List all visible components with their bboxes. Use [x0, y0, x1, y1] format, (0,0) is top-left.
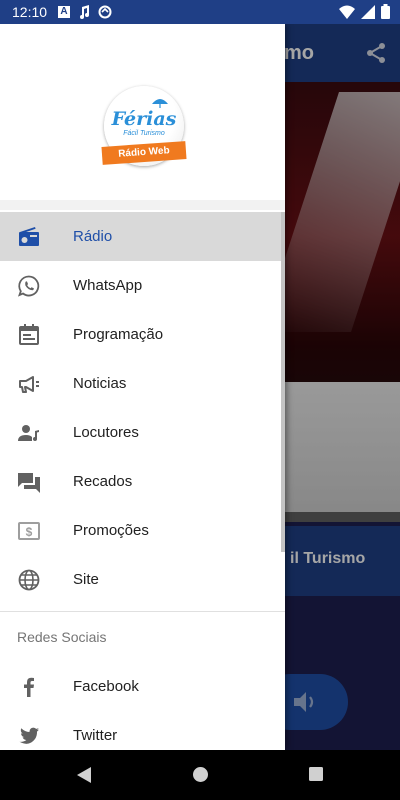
- umbrella-icon: [152, 99, 168, 108]
- facebook-icon: [24, 677, 34, 697]
- wifi-icon: [339, 5, 355, 19]
- drawer-menu: Rádio WhatsApp Programação Noticias Locu…: [0, 212, 285, 604]
- drawer-header: Férias Fácil Turismo Rádio Web: [0, 24, 285, 210]
- navigation-drawer: Férias Fácil Turismo Rádio Web Rádio Wha…: [0, 24, 285, 750]
- person-music-icon: [18, 425, 39, 441]
- logo-ribbon: Rádio Web: [101, 141, 187, 165]
- battery-icon: [381, 4, 390, 19]
- system-icons: [339, 4, 390, 19]
- whatsapp-icon: [17, 275, 40, 297]
- menu-item-label: Rádio: [73, 228, 113, 245]
- calendar-icon: [19, 324, 39, 345]
- menu-item-label: Site: [73, 571, 99, 588]
- menu-item-locutores[interactable]: Locutores: [0, 408, 285, 457]
- status-bar: 12:10 A: [0, 0, 400, 24]
- a-square-icon: A: [58, 6, 70, 18]
- radio-icon: [19, 227, 39, 246]
- menu-item-label: Twitter: [73, 727, 118, 744]
- menu-item-label: Programação: [73, 326, 164, 343]
- menu-item-promocoes[interactable]: $ Promoções: [0, 506, 285, 555]
- menu-item-label: WhatsApp: [73, 277, 143, 294]
- menu-item-site[interactable]: Site: [0, 555, 285, 604]
- section-title: Redes Sociais: [17, 629, 107, 645]
- system-navigation-bar: [0, 750, 400, 800]
- menu-item-noticias[interactable]: Noticias: [0, 359, 285, 408]
- signal-icon: [361, 4, 375, 19]
- music-note-icon: [80, 5, 89, 19]
- twitter-icon: [19, 727, 39, 744]
- megaphone-icon: [19, 376, 39, 393]
- menu-item-label: Promoções: [73, 522, 149, 539]
- menu-item-twitter[interactable]: Twitter: [0, 711, 285, 750]
- drawer-scrollbar[interactable]: [281, 212, 285, 552]
- status-time: 12:10: [12, 4, 48, 20]
- menu-item-whatsapp[interactable]: WhatsApp: [0, 261, 285, 310]
- menu-item-label: Facebook: [73, 678, 139, 695]
- logo-brand: Férias: [111, 108, 177, 130]
- social-menu: Facebook Twitter: [0, 662, 285, 750]
- globe-icon: [18, 569, 40, 591]
- svg-text:$: $: [26, 525, 33, 539]
- station-logo: Férias Fácil Turismo Rádio Web: [101, 86, 187, 166]
- menu-divider: [0, 611, 285, 612]
- menu-item-label: Noticias: [73, 375, 127, 392]
- price-tag-icon: $: [18, 522, 40, 540]
- notification-icons: A: [58, 5, 112, 19]
- back-icon[interactable]: [75, 766, 93, 784]
- home-icon[interactable]: [192, 766, 209, 783]
- drawer-scrim[interactable]: [285, 24, 400, 750]
- sync-icon: [98, 5, 112, 19]
- logo-tagline: Fácil Turismo: [123, 130, 165, 137]
- menu-item-programacao[interactable]: Programação: [0, 310, 285, 359]
- recents-icon[interactable]: [308, 766, 324, 782]
- menu-item-facebook[interactable]: Facebook: [0, 662, 285, 711]
- menu-item-label: Locutores: [73, 424, 139, 441]
- menu-item-radio[interactable]: Rádio: [0, 212, 285, 261]
- menu-item-label: Recados: [73, 473, 133, 490]
- menu-item-recados[interactable]: Recados: [0, 457, 285, 506]
- messages-icon: [18, 473, 40, 493]
